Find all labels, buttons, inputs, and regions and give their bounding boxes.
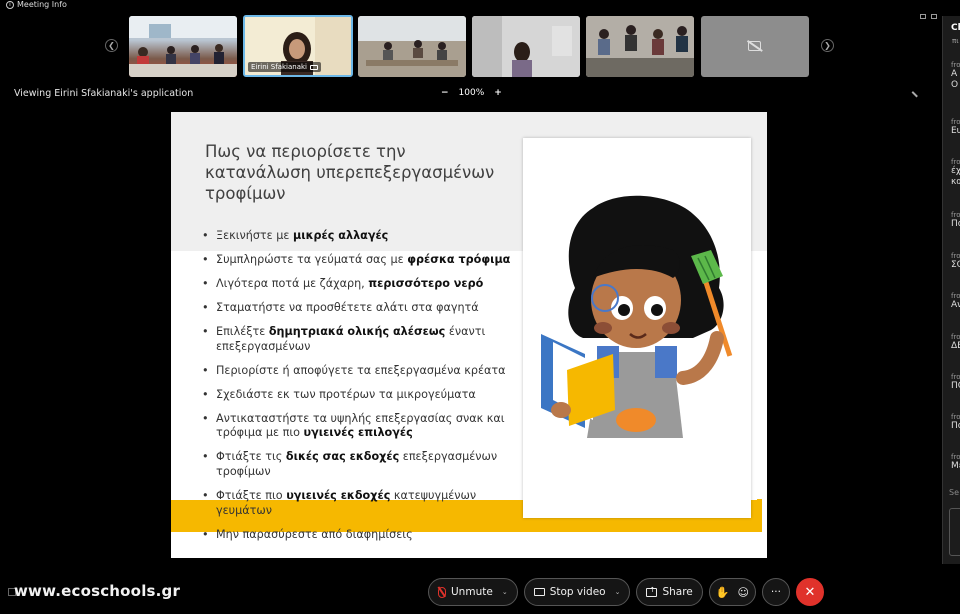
viewing-label: Viewing Eirini Sfakianaki's application bbox=[14, 88, 194, 99]
participant-strip: ❮ Eirini Sfakianaki ❯ bbox=[105, 15, 835, 78]
raise-hand-icon[interactable]: ✋ bbox=[716, 586, 730, 599]
participant-video bbox=[358, 16, 466, 77]
chat-message: froΔΕ bbox=[951, 333, 960, 351]
zoom-controls: − 100% + bbox=[441, 88, 502, 98]
strip-prev-button[interactable]: ❮ bbox=[105, 39, 118, 52]
slide-bullet: Φτιάξτε τις δικές σας εκδοχές επεξεργασμ… bbox=[201, 450, 521, 480]
shared-slide: Πως να περιορίσετε την κατανάλωση υπερεπ… bbox=[171, 112, 767, 558]
chevron-down-icon[interactable]: ⌄ bbox=[502, 588, 508, 596]
maximize-icon[interactable] bbox=[931, 14, 937, 19]
chat-message: froΑν bbox=[951, 292, 960, 310]
slide-bullet: Μην παρασύρεστε από διαφημίσεις bbox=[201, 528, 521, 543]
zoom-in-button[interactable]: + bbox=[494, 88, 502, 98]
participant-tile[interactable] bbox=[358, 16, 466, 77]
minimize-icon[interactable] bbox=[920, 14, 926, 19]
chat-message: froΠο bbox=[951, 211, 960, 229]
girl-cooking-illustration bbox=[541, 195, 733, 438]
slide-bullet: Ξεκινήστε με μικρές αλλαγές bbox=[201, 229, 521, 244]
chat-message: froΠο bbox=[951, 413, 960, 431]
unmute-button[interactable]: Unmute ⌄ bbox=[428, 578, 518, 606]
slide-title: Πως να περιορίσετε την κατανάλωση υπερεπ… bbox=[205, 142, 495, 203]
zoom-level: 100% bbox=[458, 88, 485, 98]
slide-bullet: Περιορίστε ή αποφύγετε τα επεξεργασμένα … bbox=[201, 364, 521, 379]
participant-video bbox=[586, 16, 694, 77]
participant-tile[interactable] bbox=[129, 16, 237, 77]
chevron-down-icon[interactable]: ⌄ bbox=[615, 588, 621, 596]
slide-accent-tick bbox=[757, 499, 762, 532]
end-call-button[interactable]: ✕ bbox=[795, 578, 824, 606]
video-off-icon bbox=[748, 41, 761, 51]
chat-message: froΠΟ bbox=[951, 373, 960, 391]
microphone-muted-icon bbox=[438, 586, 446, 598]
chat-panel: Ch πι froΑΟ froΕυ froέχκα froΠο froΣΟ froΑν fr… bbox=[942, 16, 960, 564]
slide-bullet: Επιλέξτε δημητριακά ολικής αλέσεως έναντ… bbox=[201, 325, 521, 355]
slide-bullet: Συμπληρώστε τα γεύματά σας με φρέσκα τρό… bbox=[201, 253, 521, 268]
chat-message: fro Α Ο bbox=[951, 61, 960, 90]
meeting-info-label: Meeting Info bbox=[17, 0, 67, 9]
participant-video bbox=[129, 16, 237, 77]
chat-input[interactable] bbox=[949, 508, 960, 556]
stop-video-button[interactable]: Stop video ⌄ bbox=[523, 578, 631, 606]
more-options-button[interactable]: ··· bbox=[761, 578, 790, 606]
meeting-controls: Unmute ⌄ Stop video ⌄ Share ✋ ☺ ··· ✕ bbox=[428, 578, 824, 608]
participant-name-label: Eirini Sfakianaki bbox=[248, 62, 322, 72]
illustration-card bbox=[523, 138, 751, 518]
strip-next-button[interactable]: ❯ bbox=[821, 39, 834, 52]
window-controls bbox=[920, 14, 937, 19]
annotate-icon[interactable] bbox=[911, 87, 922, 98]
reaction-icon[interactable]: ☺ bbox=[737, 586, 748, 599]
info-icon: i bbox=[6, 0, 14, 9]
slide-bullet: Λιγότερα ποτά με ζάχαρη, περισσότερο νερ… bbox=[201, 277, 521, 292]
slide-bullet: Σχεδιάστε εκ των προτέρων τα μικρογεύματ… bbox=[201, 388, 521, 403]
chat-message: froέχκα bbox=[951, 158, 960, 187]
share-button[interactable]: Share bbox=[636, 578, 703, 606]
chat-message: froΕυ bbox=[951, 118, 960, 136]
meeting-info-button[interactable]: i Meeting Info bbox=[6, 0, 67, 9]
slide-bullet: Σταματήστε να προσθέτετε αλάτι στα φαγητ… bbox=[201, 301, 521, 316]
chat-input-placeholder: Se bbox=[949, 488, 959, 497]
ecoschools-logo: www.ecoschools.gr bbox=[14, 582, 181, 600]
slide-bullet: Φτιάξτε πιο υγιεινές εκδοχές κατεψυγμένω… bbox=[201, 489, 521, 519]
participant-tile[interactable] bbox=[472, 16, 580, 77]
top-bar: i Meeting Info bbox=[0, 0, 940, 14]
camera-icon bbox=[310, 64, 319, 70]
participant-video bbox=[472, 16, 580, 77]
chat-title: Ch bbox=[951, 23, 960, 33]
reactions-group: ✋ ☺ bbox=[708, 578, 756, 606]
chat-message: froΣΟ bbox=[951, 252, 960, 270]
chat-subtitle: πι bbox=[952, 37, 959, 45]
participant-tile[interactable] bbox=[586, 16, 694, 77]
participant-tile-active[interactable]: Eirini Sfakianaki bbox=[243, 15, 353, 77]
zoom-out-button[interactable]: − bbox=[441, 88, 449, 98]
viewing-bar: Viewing Eirini Sfakianaki's application … bbox=[0, 86, 940, 104]
chat-message: froΜε bbox=[951, 453, 960, 471]
camera-icon bbox=[533, 588, 545, 596]
slide-bullet-list: Ξεκινήστε με μικρές αλλαγές Συμπληρώστε τ… bbox=[201, 229, 521, 552]
share-icon bbox=[646, 586, 658, 597]
participant-tile-video-off[interactable] bbox=[701, 16, 809, 77]
slide-bullet: Αντικαταστήστε τα υψηλής επεξεργασίας σν… bbox=[201, 412, 521, 442]
